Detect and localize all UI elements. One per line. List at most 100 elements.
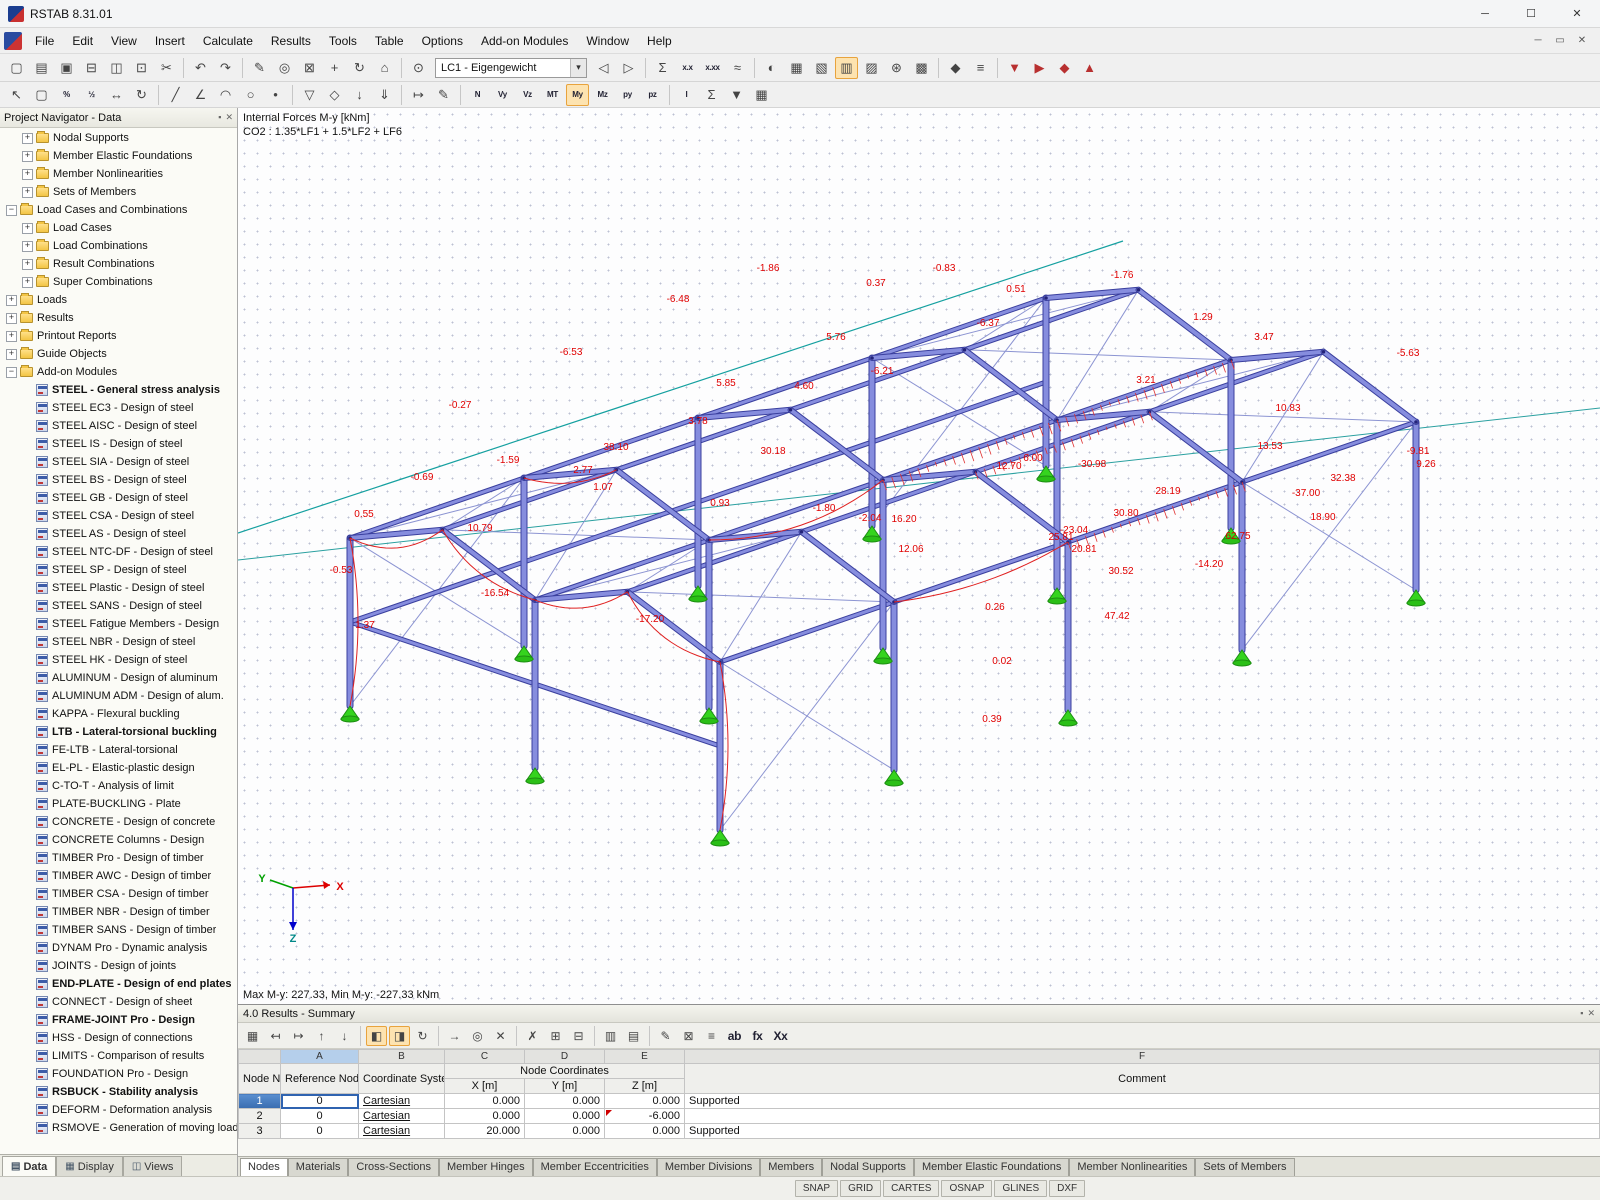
collapse-icon[interactable]: − bbox=[6, 367, 17, 378]
status-toggle-grid[interactable]: GRID bbox=[840, 1180, 881, 1197]
display-properties-icon[interactable]: ▦ bbox=[785, 57, 808, 79]
settings-icon[interactable]: ⊛ bbox=[885, 57, 908, 79]
table-row[interactable]: 30Cartesian20.0000.0000.000Supported bbox=[239, 1124, 1600, 1139]
tree-item[interactable]: STEEL NTC-DF - Design of steel bbox=[0, 543, 237, 561]
expand-icon[interactable]: + bbox=[6, 313, 17, 324]
mdi-restore-icon[interactable]: ▭ bbox=[1550, 35, 1570, 46]
tables-icon[interactable]: ▩ bbox=[910, 57, 933, 79]
comment-icon[interactable]: ✎ bbox=[432, 84, 455, 106]
status-toggle-snap[interactable]: SNAP bbox=[795, 1180, 838, 1197]
expand-icon[interactable]: + bbox=[22, 259, 33, 270]
tree-item[interactable]: STEEL SIA - Design of steel bbox=[0, 453, 237, 471]
expand-icon[interactable]: + bbox=[6, 295, 17, 306]
table-settings-icon[interactable]: ▦ bbox=[242, 1026, 263, 1046]
tree-item[interactable]: ALUMINUM ADM - Design of alum. bbox=[0, 687, 237, 705]
menu-results[interactable]: Results bbox=[262, 28, 320, 54]
expand-icon[interactable]: + bbox=[22, 241, 33, 252]
tree-item[interactable]: TIMBER NBR - Design of timber bbox=[0, 903, 237, 921]
results-tab[interactable]: Members bbox=[760, 1158, 822, 1176]
results-tab[interactable]: Nodal Supports bbox=[822, 1158, 914, 1176]
tree-item[interactable]: PLATE-BUCKLING - Plate bbox=[0, 795, 237, 813]
results-tab[interactable]: Member Eccentricities bbox=[533, 1158, 657, 1176]
z-coordinate-cell[interactable]: 0.000 bbox=[605, 1124, 685, 1139]
results-tab[interactable]: Member Divisions bbox=[657, 1158, 760, 1176]
tree-item[interactable]: +Sets of Members bbox=[0, 183, 237, 201]
component-pz-button[interactable]: pz bbox=[641, 84, 664, 106]
save-icon[interactable]: ▣ bbox=[55, 57, 78, 79]
component-py-button[interactable]: py bbox=[616, 84, 639, 106]
tree-item[interactable]: C-TO-T - Analysis of limit bbox=[0, 777, 237, 795]
tree-item[interactable]: −Load Cases and Combinations bbox=[0, 201, 237, 219]
zoom-icon[interactable]: ◎ bbox=[273, 57, 296, 79]
minimize-button[interactable]: ─ bbox=[1462, 0, 1508, 27]
coordinate-system-cell[interactable]: Cartesian bbox=[359, 1124, 445, 1139]
export-icon[interactable]: ≡ bbox=[969, 57, 992, 79]
menu-file[interactable]: File bbox=[26, 28, 63, 54]
table-row[interactable]: 10Cartesian0.0000.0000.000Supported bbox=[239, 1094, 1600, 1109]
result-values-icon[interactable]: x.xx bbox=[701, 57, 724, 79]
coordinate-system-cell[interactable]: Cartesian bbox=[359, 1094, 445, 1109]
status-toggle-osnap[interactable]: OSNAP bbox=[941, 1180, 992, 1197]
tree-item[interactable]: RSBUCK - Stability analysis bbox=[0, 1083, 237, 1101]
regenerate-icon[interactable]: ▨ bbox=[860, 57, 883, 79]
tree-item[interactable]: +Nodal Supports bbox=[0, 129, 237, 147]
new-file-icon[interactable]: ▢ bbox=[5, 57, 28, 79]
abc-icon[interactable]: ab bbox=[724, 1026, 745, 1046]
status-toggle-dxf[interactable]: DXF bbox=[1049, 1180, 1085, 1197]
select-window-icon[interactable]: ▢ bbox=[30, 84, 53, 106]
expand-icon[interactable]: + bbox=[22, 223, 33, 234]
tree-item[interactable]: HSS - Design of connections bbox=[0, 1029, 237, 1047]
full-view-icon[interactable]: ⌂ bbox=[373, 57, 396, 79]
pin-icon[interactable]: ▪ bbox=[218, 112, 221, 123]
coordinate-system-cell[interactable]: Cartesian bbox=[359, 1109, 445, 1124]
expand-icon[interactable]: + bbox=[22, 169, 33, 180]
chevron-down-icon[interactable]: ▾ bbox=[570, 59, 586, 77]
calc-table-icon[interactable]: ≡ bbox=[701, 1026, 722, 1046]
status-toggle-cartes[interactable]: CARTES bbox=[883, 1180, 939, 1197]
column-letter-C[interactable]: C bbox=[445, 1050, 525, 1064]
undo-icon[interactable]: ↶ bbox=[189, 57, 212, 79]
tree-item[interactable]: FE-LTB - Lateral-torsional bbox=[0, 741, 237, 759]
maximize-button[interactable]: ☐ bbox=[1508, 0, 1554, 27]
remove-row-icon[interactable]: ⊟ bbox=[568, 1026, 589, 1046]
load-case-selector[interactable]: LC1 - Eigengewicht ▾ bbox=[435, 58, 587, 78]
line-icon[interactable]: ╱ bbox=[164, 84, 187, 106]
nodal-load-icon[interactable]: ↓ bbox=[348, 84, 371, 106]
z-coordinate-cell[interactable]: -6.000 bbox=[605, 1109, 685, 1124]
stop-icon[interactable]: ▲ bbox=[1078, 57, 1101, 79]
zoom-window-icon[interactable]: ⊠ bbox=[298, 57, 321, 79]
hinge-icon[interactable]: ◇ bbox=[323, 84, 346, 106]
column-letter-E[interactable]: E bbox=[605, 1050, 685, 1064]
goto-icon[interactable]: → bbox=[444, 1026, 465, 1046]
component-mz-button[interactable]: Mz bbox=[591, 84, 614, 106]
check-model-icon[interactable]: x.x bbox=[676, 57, 699, 79]
sum-icon[interactable]: Σ bbox=[700, 84, 723, 106]
tree-item[interactable]: STEEL BS - Design of steel bbox=[0, 471, 237, 489]
tree-item[interactable]: STEEL EC3 - Design of steel bbox=[0, 399, 237, 417]
reference-node-cell[interactable]: 0 bbox=[281, 1094, 359, 1109]
menu-add-on-modules[interactable]: Add-on Modules bbox=[472, 28, 577, 54]
z-coordinate-cell[interactable]: 0.000 bbox=[605, 1094, 685, 1109]
tree-item[interactable]: TIMBER SANS - Design of timber bbox=[0, 921, 237, 939]
tree-item[interactable]: RSMOVE - Generation of moving loads bbox=[0, 1119, 237, 1137]
comment-cell[interactable]: Supported bbox=[685, 1094, 1600, 1109]
tree-item[interactable]: +Load Combinations bbox=[0, 237, 237, 255]
pin-icon[interactable]: ▪ bbox=[1580, 1008, 1583, 1019]
cut-icon[interactable]: ✂ bbox=[155, 57, 178, 79]
navigator-tab-views[interactable]: ◫Views bbox=[123, 1156, 183, 1176]
menu-calculate[interactable]: Calculate bbox=[194, 28, 262, 54]
comment-cell[interactable] bbox=[685, 1109, 1600, 1124]
results-tab[interactable]: Materials bbox=[288, 1158, 349, 1176]
print-icon[interactable]: ⊟ bbox=[80, 57, 103, 79]
tree-item[interactable]: FRAME-JOINT Pro - Design bbox=[0, 1011, 237, 1029]
tree-item[interactable]: STEEL SANS - Design of steel bbox=[0, 597, 237, 615]
tree-item[interactable]: −Add-on Modules bbox=[0, 363, 237, 381]
collapse-icon[interactable]: − bbox=[6, 205, 17, 216]
jump-first-icon[interactable]: ↤ bbox=[265, 1026, 286, 1046]
structure-scene[interactable]: -1.860.37-0.830.51-1.76-6.485.76-6.371.2… bbox=[238, 108, 1600, 1004]
close-panel-icon[interactable]: ✕ bbox=[225, 112, 233, 123]
reference-node-cell[interactable]: 0 bbox=[281, 1124, 359, 1139]
addon-module-icon[interactable]: ◆ bbox=[944, 57, 967, 79]
column-letter-F[interactable]: F bbox=[685, 1050, 1600, 1064]
x-coordinate-cell[interactable]: 0.000 bbox=[445, 1094, 525, 1109]
